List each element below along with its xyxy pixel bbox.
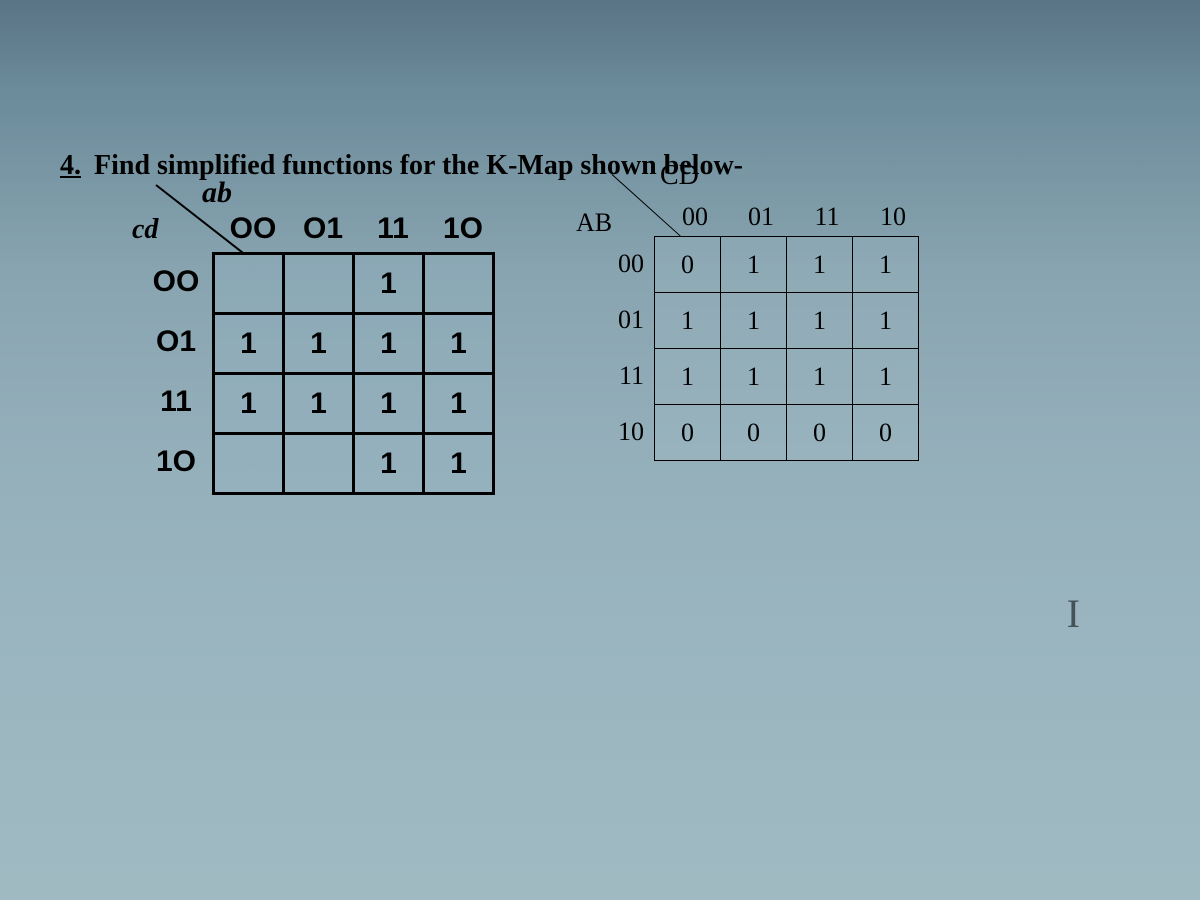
kmap-cell: 0 (655, 405, 721, 461)
kmap-cell: 0 (721, 405, 787, 461)
kmap-cell: 1 (354, 314, 424, 374)
col-header: 01 (728, 202, 794, 232)
question-text: Find simplified functions for the K-Map … (94, 150, 743, 181)
kmap-cell: 1 (354, 434, 424, 494)
kmap-cell: 1 (853, 237, 919, 293)
top-variable-label: ab (202, 176, 232, 210)
table-row: 1 1 1 1 (214, 374, 494, 434)
column-headers: OO O1 11 1O (218, 212, 498, 246)
row-header: O1 (140, 312, 212, 372)
kmap-cell: 1 (853, 349, 919, 405)
row-header: 11 (588, 348, 654, 404)
table-row: 0 0 0 0 (655, 405, 919, 461)
kmap-cell: 0 (853, 405, 919, 461)
row-header: 11 (140, 372, 212, 432)
kmap-cell: 0 (787, 405, 853, 461)
table-row: 1 1 1 1 (214, 314, 494, 374)
kmap-cell: 1 (655, 349, 721, 405)
kmap-cell: 1 (214, 314, 284, 374)
col-header: 1O (428, 212, 498, 246)
kmap-right: CD AB 00 01 11 10 00 01 11 10 0 1 (588, 202, 926, 461)
row-header: 00 (588, 236, 654, 292)
kmap-cell (214, 434, 284, 494)
kmap-cell: 1 (424, 434, 494, 494)
column-headers: 00 01 11 10 (662, 202, 926, 232)
table-row: 0 1 1 1 (655, 237, 919, 293)
table-row: 1 1 1 1 (655, 349, 919, 405)
kmap-cell: 1 (214, 374, 284, 434)
kmap-cell (424, 254, 494, 314)
kmap-cell: 1 (853, 293, 919, 349)
kmap-cell (284, 254, 354, 314)
top-variable-label: CD (660, 160, 699, 192)
page-content: 4. Find simplified functions for the K-M… (0, 0, 1200, 535)
text-cursor-icon: I (1067, 590, 1080, 637)
kmap-cell: 1 (655, 293, 721, 349)
kmap-grid: 0 1 1 1 1 1 1 1 1 1 1 1 (654, 236, 919, 461)
row-header: 01 (588, 292, 654, 348)
table-row: 1 1 1 1 (655, 293, 919, 349)
row-headers: OO O1 11 1O (140, 252, 212, 492)
grid-wrap: OO O1 11 1O 1 1 1 1 (140, 252, 498, 495)
kmap-left: ab cd OO O1 11 1O OO O1 11 1O (140, 212, 498, 495)
kmap-cell (214, 254, 284, 314)
kmap-cell: 1 (284, 314, 354, 374)
col-header: 11 (358, 212, 428, 246)
col-header: O1 (288, 212, 358, 246)
row-headers: 00 01 11 10 (588, 236, 654, 460)
kmap-cell: 1 (354, 254, 424, 314)
table-row: 1 1 (214, 434, 494, 494)
kmap-cell (284, 434, 354, 494)
kmap-cell: 1 (721, 349, 787, 405)
kmap-cell: 0 (655, 237, 721, 293)
question-number: 4. (60, 150, 81, 182)
kmap-cell: 1 (284, 374, 354, 434)
kmap-grid: 1 1 1 1 1 1 1 1 1 (212, 252, 495, 495)
kmap-cell: 1 (424, 314, 494, 374)
kmaps-row: ab cd OO O1 11 1O OO O1 11 1O (60, 202, 1140, 495)
row-header: OO (140, 252, 212, 312)
row-header: 10 (588, 404, 654, 460)
col-header: 11 (794, 202, 860, 232)
table-row: 1 (214, 254, 494, 314)
kmap-cell: 1 (721, 293, 787, 349)
kmap-cell: 1 (787, 293, 853, 349)
row-header: 1O (140, 432, 212, 492)
side-variable-label: cd (132, 214, 158, 246)
side-variable-label: AB (576, 208, 612, 238)
grid-wrap: 00 01 11 10 0 1 1 1 1 1 1 (588, 236, 926, 461)
col-header: 10 (860, 202, 926, 232)
kmap-cell: 1 (354, 374, 424, 434)
kmap-cell: 1 (424, 374, 494, 434)
kmap-cell: 1 (721, 237, 787, 293)
kmap-cell: 1 (787, 237, 853, 293)
kmap-cell: 1 (787, 349, 853, 405)
